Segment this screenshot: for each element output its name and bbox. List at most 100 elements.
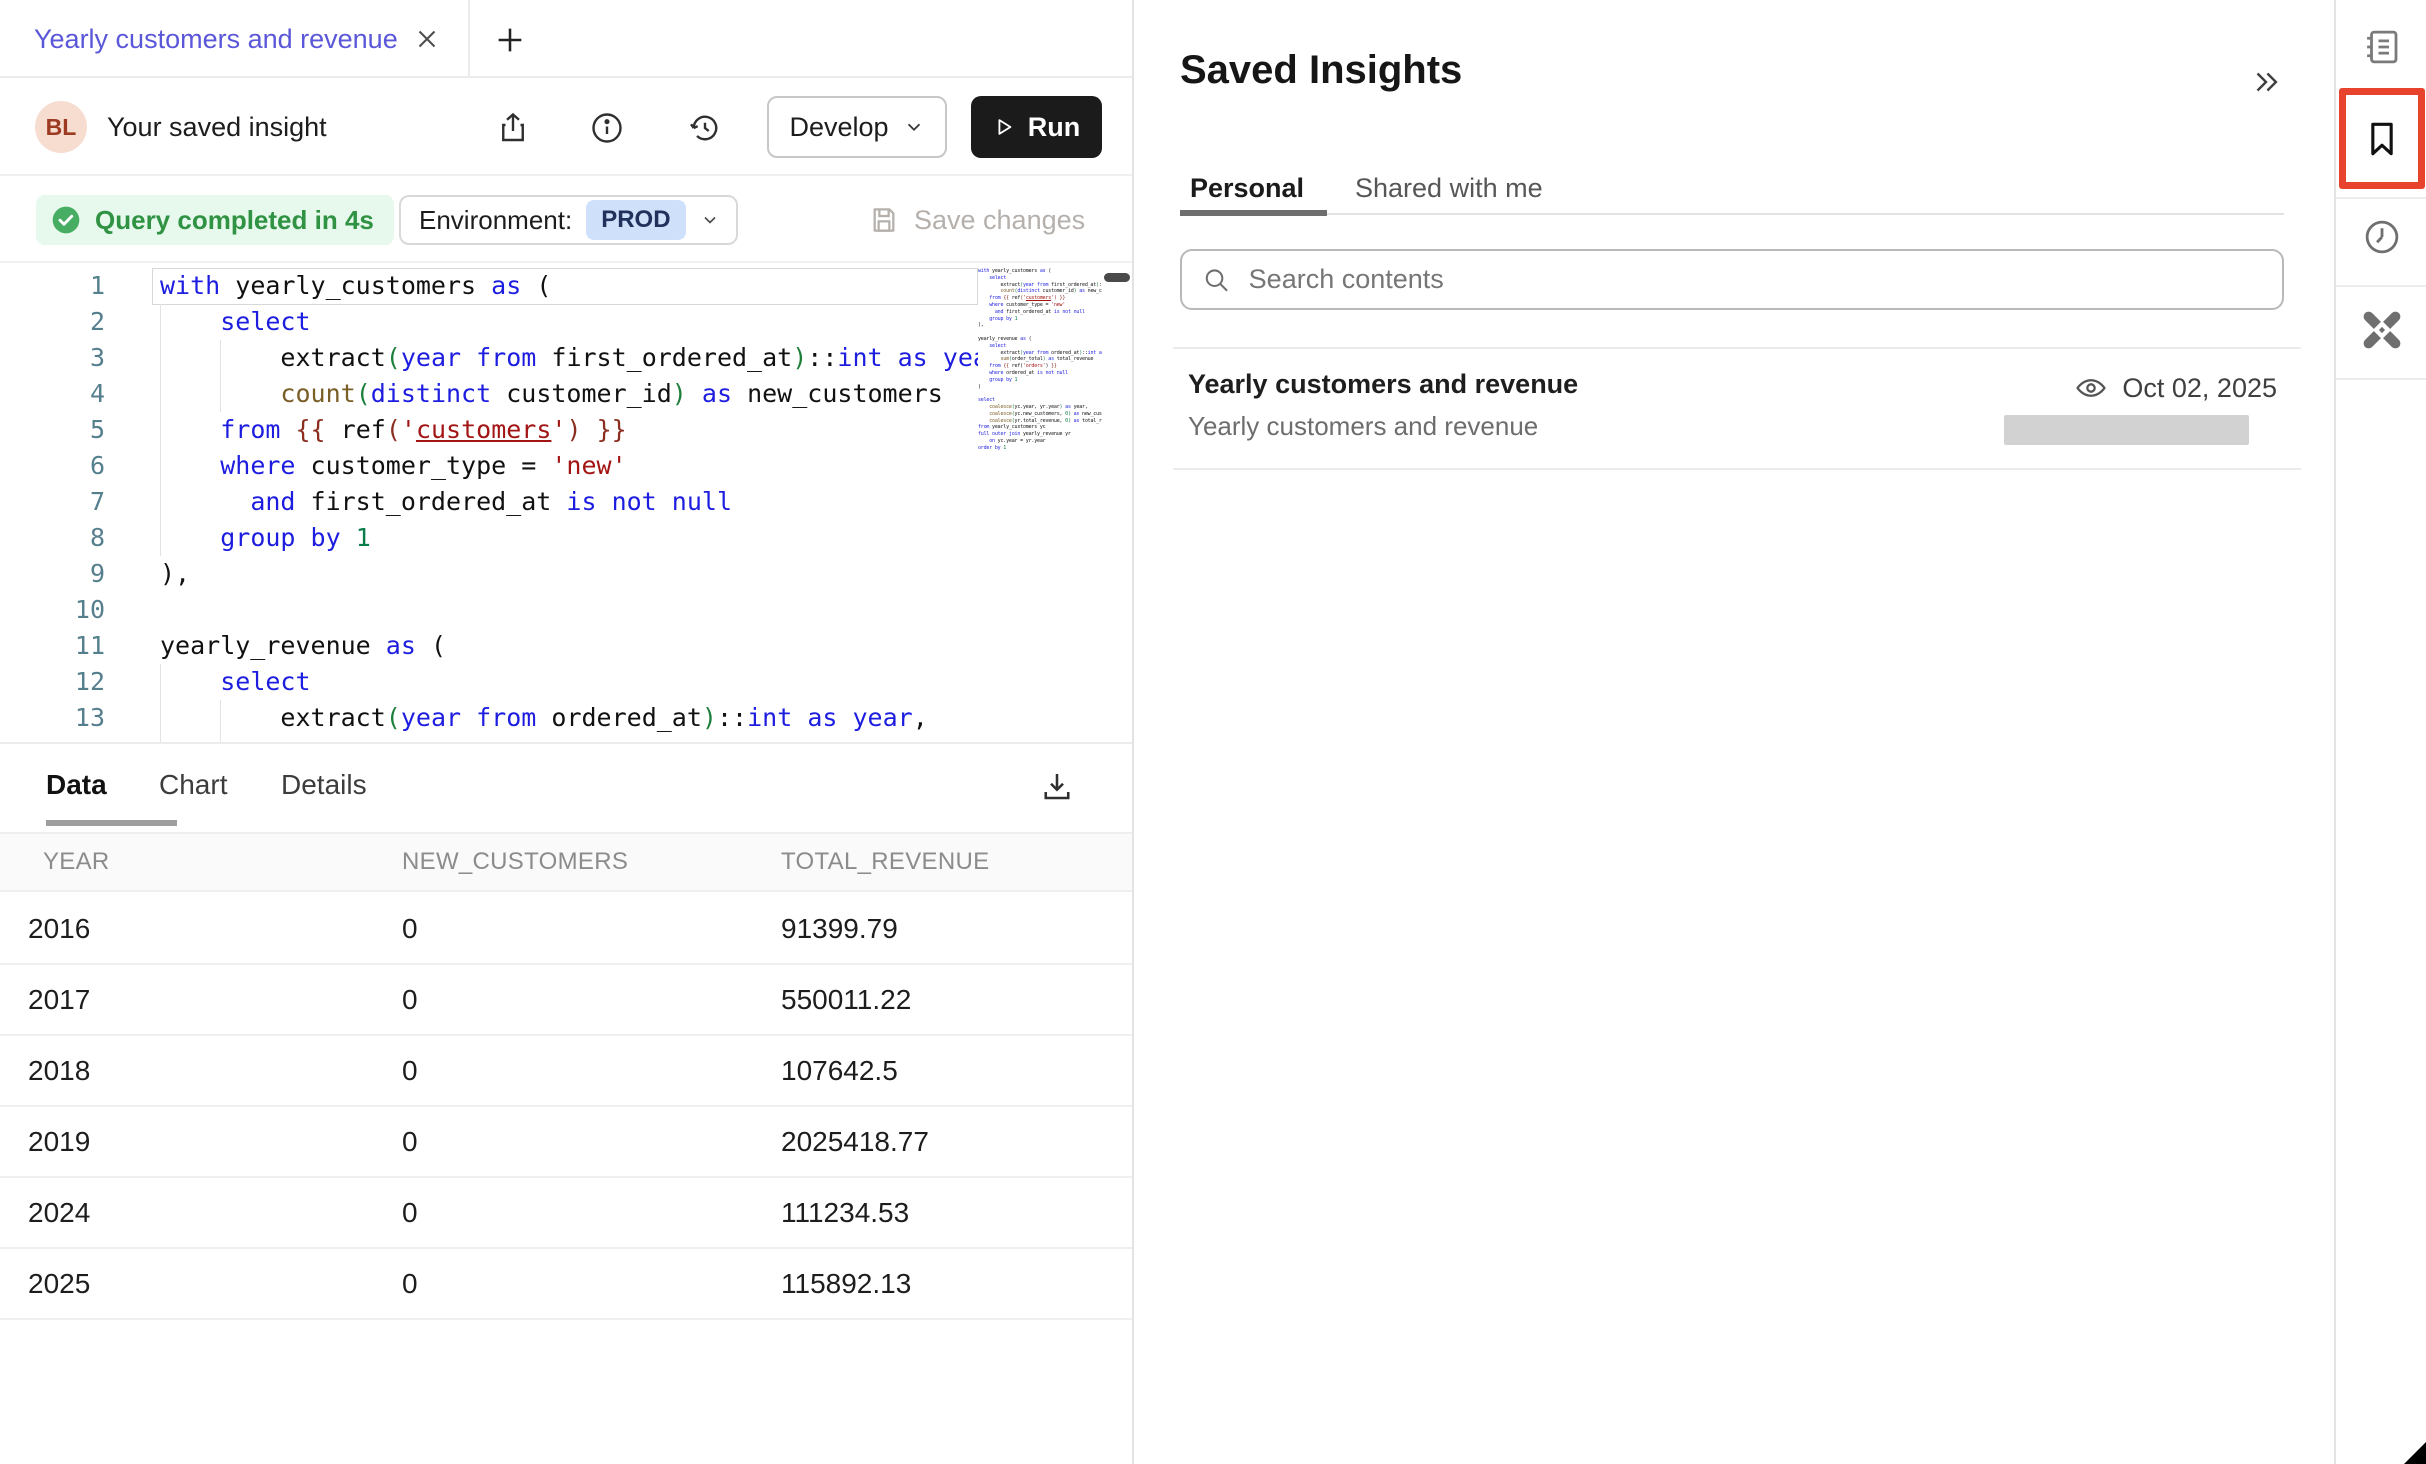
table-row: 20240111234.53 xyxy=(0,1178,1133,1249)
active-tab-underline xyxy=(46,820,177,826)
tab-yearly-customers[interactable]: Yearly customers and revenue xyxy=(0,0,470,78)
chevron-down-icon xyxy=(903,116,925,138)
new-tab-icon[interactable] xyxy=(490,20,530,60)
indent-guide xyxy=(220,700,221,742)
download-icon[interactable] xyxy=(1037,766,1077,806)
table-row: 2016091399.79 xyxy=(0,894,1133,965)
insight-list-item[interactable]: Yearly customers and revenueYearly custo… xyxy=(1173,349,2301,467)
save-changes-button[interactable]: Save changes xyxy=(868,195,1085,245)
sidebar-divider xyxy=(2336,378,2426,380)
editor-minimap[interactable]: with yearly_customers as ( select extrac… xyxy=(978,268,1102,728)
develop-button[interactable]: Develop xyxy=(767,96,947,158)
minimap-line: from yearly_customers yc xyxy=(978,424,1102,431)
minimap-line: yearly_revenue as ( xyxy=(978,336,1102,343)
minimap-line: extract(year from first_ordered_at)::int… xyxy=(978,282,1102,289)
play-icon xyxy=(993,116,1015,138)
table-cell: 107642.5 xyxy=(781,1055,1133,1087)
share-icon[interactable] xyxy=(495,110,531,146)
code-line[interactable]: where customer_type = 'new' xyxy=(0,448,978,484)
indent-guide xyxy=(160,664,161,742)
pane-divider[interactable] xyxy=(1132,0,1134,1464)
saved-insights-sidebar-active[interactable] xyxy=(2339,88,2425,189)
minimap-line: coalesce(yc.year, yr.year) as year, xyxy=(978,404,1102,411)
scrollbar-thumb[interactable] xyxy=(1104,273,1130,282)
code-line[interactable]: extract(year from ordered_at)::int as ye… xyxy=(0,700,978,736)
resize-corner[interactable] xyxy=(2404,1442,2426,1464)
tab-close-icon[interactable] xyxy=(412,24,442,54)
bookmark-icon xyxy=(2360,117,2404,161)
run-label: Run xyxy=(1028,112,1080,143)
table-cell: 2025 xyxy=(0,1268,402,1300)
minimap-line: where ordered_at is not null xyxy=(978,370,1102,377)
collapse-panel-icon[interactable] xyxy=(2246,62,2286,102)
column-header: NEW_CUSTOMERS xyxy=(402,848,781,876)
indent-guide xyxy=(220,340,221,412)
table-cell: 0 xyxy=(402,1126,781,1158)
search-contents-box[interactable] xyxy=(1180,249,2284,310)
minimap-line: ) xyxy=(978,384,1102,391)
code-line[interactable]: count(distinct customer_id) as new_custo… xyxy=(0,376,978,412)
tab-data[interactable]: Data xyxy=(46,744,107,826)
minimap-line xyxy=(978,390,1102,397)
tab-chart[interactable]: Chart xyxy=(159,744,227,826)
minimap-line: full outer join yearly_revenue yr xyxy=(978,431,1102,438)
search-input[interactable] xyxy=(1249,264,2262,295)
clock-icon[interactable] xyxy=(2336,210,2426,264)
results-panel: Data Chart Details YEARNEW_CUSTOMERSTOTA… xyxy=(0,742,1133,1464)
code-line[interactable]: select xyxy=(0,304,978,340)
table-cell: 0 xyxy=(402,1268,781,1300)
table-row: 20180107642.5 xyxy=(0,1036,1133,1107)
tab-shared-with-me[interactable]: Shared with me xyxy=(1355,165,1543,211)
sql-editor[interactable]: 12345678910111213 with yearly_customers … xyxy=(0,263,1133,742)
column-header: YEAR xyxy=(0,848,402,876)
insight-item-meta: Oct 02, 2025 xyxy=(2074,371,2277,405)
chevron-down-icon xyxy=(700,210,720,230)
insight-toolbar: BL Your saved insight Develop Run xyxy=(0,78,1133,176)
table-cell: 91399.79 xyxy=(781,913,1133,945)
code-line[interactable] xyxy=(0,592,978,628)
environment-label: Environment: xyxy=(419,205,572,236)
minimap-line: where customer_type = 'new' xyxy=(978,302,1102,309)
run-button[interactable]: Run xyxy=(971,96,1102,158)
environment-value: PROD xyxy=(586,200,685,240)
results-header-row: YEARNEW_CUSTOMERSTOTAL_REVENUE xyxy=(0,832,1133,892)
code-line[interactable]: select xyxy=(0,664,978,700)
indent-guide xyxy=(160,304,161,556)
table-row: 20250115892.13 xyxy=(0,1249,1133,1320)
active-tab-underline xyxy=(1180,210,1327,216)
code-line[interactable]: with yearly_customers as ( xyxy=(0,268,978,304)
table-cell: 2017 xyxy=(0,984,402,1016)
table-row: 20170550011.22 xyxy=(0,965,1133,1036)
query-status-row: Query completed in 4s Environment: PROD … xyxy=(0,176,1133,263)
code-lines[interactable]: with yearly_customers as ( select extrac… xyxy=(0,268,978,736)
results-body: 2016091399.7920170550011.2220180107642.5… xyxy=(0,894,1133,1320)
minimap-line: from {{ ref('customers') }} xyxy=(978,295,1102,302)
tab-details[interactable]: Details xyxy=(281,744,367,826)
code-line[interactable]: from {{ ref('customers') }} xyxy=(0,412,978,448)
eye-icon xyxy=(2074,371,2108,405)
notebook-icon[interactable] xyxy=(2336,22,2426,72)
column-header: TOTAL_REVENUE xyxy=(781,848,1133,876)
code-line[interactable]: yearly_revenue as ( xyxy=(0,628,978,664)
table-cell: 2024 xyxy=(0,1197,402,1229)
history-icon[interactable] xyxy=(687,110,723,146)
table-cell: 0 xyxy=(402,913,781,945)
info-icon[interactable] xyxy=(589,110,625,146)
tab-personal[interactable]: Personal xyxy=(1190,165,1304,211)
right-sidebar xyxy=(2334,0,2426,1464)
code-line[interactable]: extract(year from first_ordered_at)::int… xyxy=(0,340,978,376)
insight-item-date: Oct 02, 2025 xyxy=(2122,373,2277,404)
table-cell: 2019 xyxy=(0,1126,402,1158)
dbt-icon[interactable] xyxy=(2336,303,2426,357)
tab-label: Yearly customers and revenue xyxy=(34,24,412,55)
develop-label: Develop xyxy=(789,112,888,143)
code-line[interactable]: group by 1 xyxy=(0,520,978,556)
insight-item-subtitle: Yearly customers and revenue xyxy=(1188,411,1538,442)
table-cell: 0 xyxy=(402,1197,781,1229)
minimap-line: from {{ ref('orders') }} xyxy=(978,363,1102,370)
code-line[interactable]: ), xyxy=(0,556,978,592)
environment-select[interactable]: Environment: PROD xyxy=(399,195,738,245)
avatar[interactable]: BL xyxy=(35,101,87,153)
code-line[interactable]: and first_ordered_at is not null xyxy=(0,484,978,520)
table-cell: 115892.13 xyxy=(781,1268,1133,1300)
